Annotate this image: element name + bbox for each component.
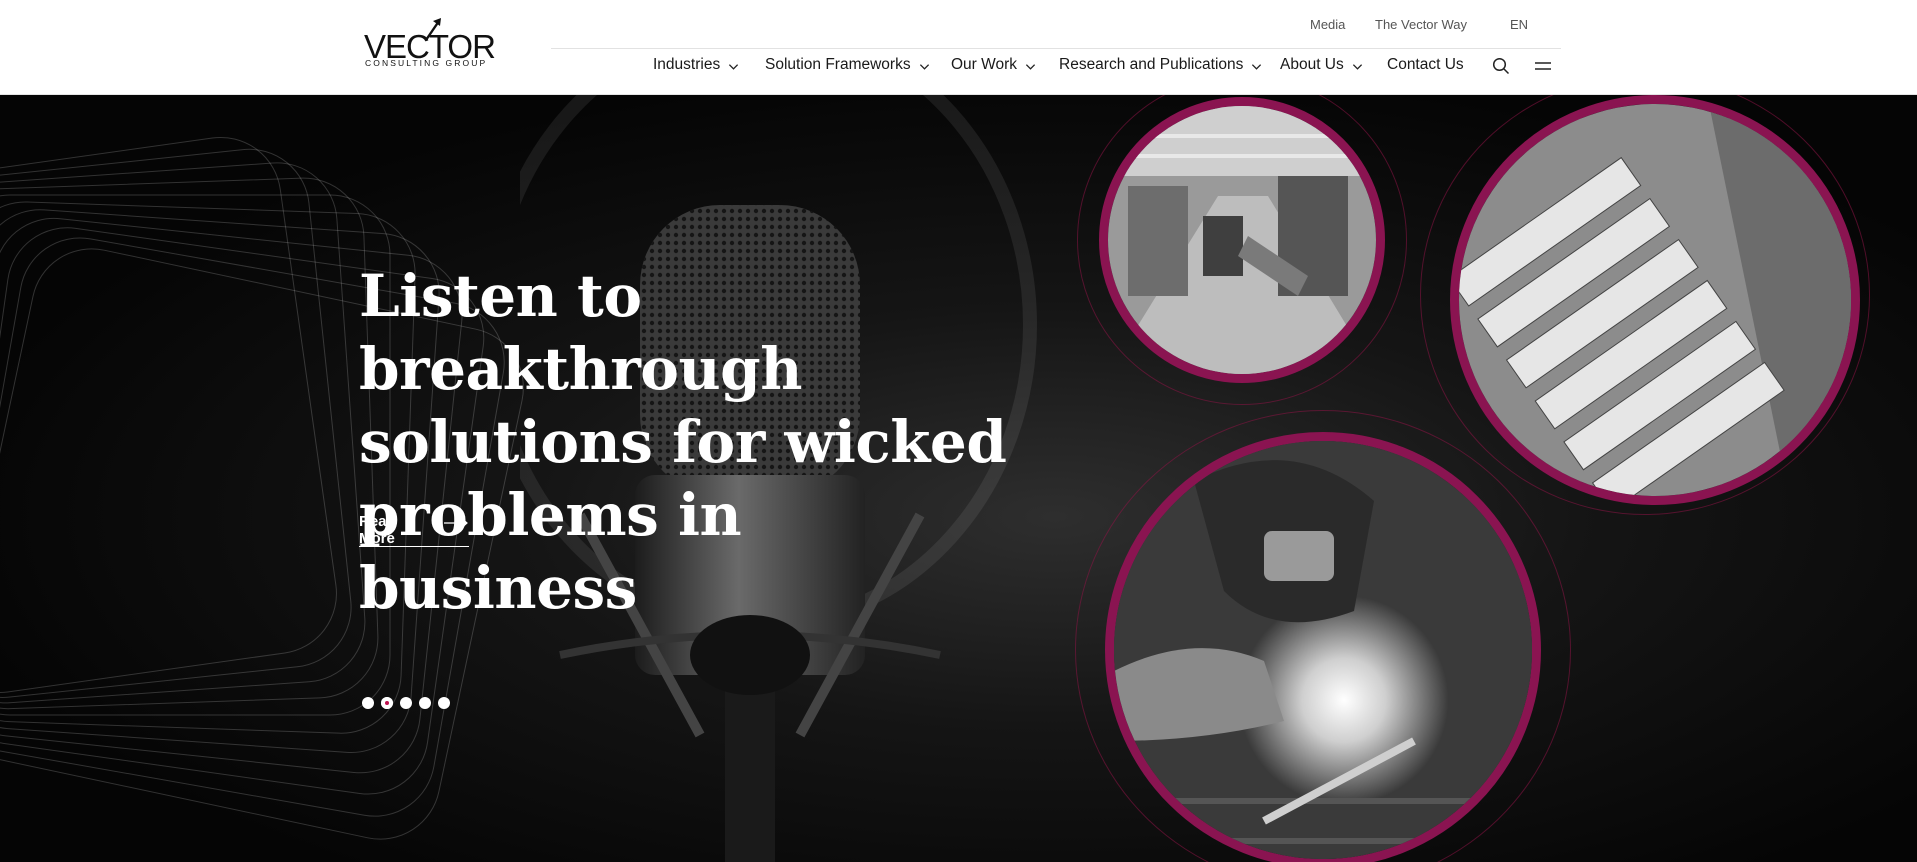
arrow-right-icon	[444, 518, 469, 528]
nav-item-contact-us[interactable]: Contact Us	[1387, 56, 1464, 74]
slide-dot[interactable]	[419, 697, 431, 709]
nav-item-label: Solution Frameworks	[765, 56, 911, 73]
slider-pagination	[362, 697, 450, 709]
welder-photo	[1114, 441, 1532, 859]
nav-item-research-publications[interactable]: Research and Publications	[1059, 56, 1262, 74]
headline-line: Listen to breakthrough	[359, 262, 802, 403]
nav-item-label: About Us	[1280, 56, 1344, 73]
nav-item-solution-frameworks[interactable]: Solution Frameworks	[765, 56, 930, 74]
hamburger-menu-icon	[1535, 62, 1551, 70]
vector-way-link[interactable]: The Vector Way	[1375, 17, 1467, 32]
main-nav: Industries Solution Frameworks Our Work …	[0, 56, 1917, 78]
slide-dot[interactable]	[362, 697, 374, 709]
chevron-down-icon	[1352, 64, 1362, 70]
nav-item-industries[interactable]: Industries	[653, 56, 739, 74]
nav-item-our-work[interactable]: Our Work	[951, 56, 1036, 74]
utility-nav: Media The Vector Way EN	[0, 17, 1917, 33]
factory-photo	[1108, 106, 1376, 374]
media-link[interactable]: Media	[1310, 17, 1345, 32]
chevron-down-icon	[729, 64, 739, 70]
nav-item-label: Industries	[653, 56, 721, 73]
welder-image-circle	[1075, 410, 1575, 862]
slide-dot[interactable]	[438, 697, 450, 709]
search-icon	[1492, 57, 1510, 75]
search-button[interactable]	[1492, 57, 1510, 75]
hamburger-menu-button[interactable]	[1534, 59, 1552, 73]
read-more-link[interactable]: Read More	[359, 513, 469, 547]
header-divider	[551, 48, 1561, 49]
factory-image-circle	[1077, 95, 1407, 405]
headline-line: solutions for wicked	[359, 408, 1007, 476]
headline-line: problems in business	[359, 481, 742, 622]
nav-item-label: Our Work	[951, 56, 1018, 73]
nav-item-about-us[interactable]: About Us	[1280, 56, 1363, 74]
nav-item-label: Research and Publications	[1059, 56, 1244, 73]
chevron-down-icon	[1025, 64, 1036, 70]
slide-dot-active[interactable]	[381, 697, 393, 709]
slide-dot[interactable]	[400, 697, 412, 709]
language-switch[interactable]: EN	[1510, 17, 1528, 32]
chevron-down-icon	[919, 64, 929, 70]
read-more-label: Read More	[359, 513, 396, 547]
chevron-down-icon	[1252, 64, 1262, 70]
nav-item-label: Contact Us	[1387, 56, 1464, 73]
site-header: VECTOR CONSULTING GROUP Media The Vector…	[0, 0, 1917, 95]
hero-slider: Listen to breakthrough solutions for wic…	[0, 95, 1917, 862]
hero-headline: Listen to breakthrough solutions for wic…	[359, 260, 1019, 625]
